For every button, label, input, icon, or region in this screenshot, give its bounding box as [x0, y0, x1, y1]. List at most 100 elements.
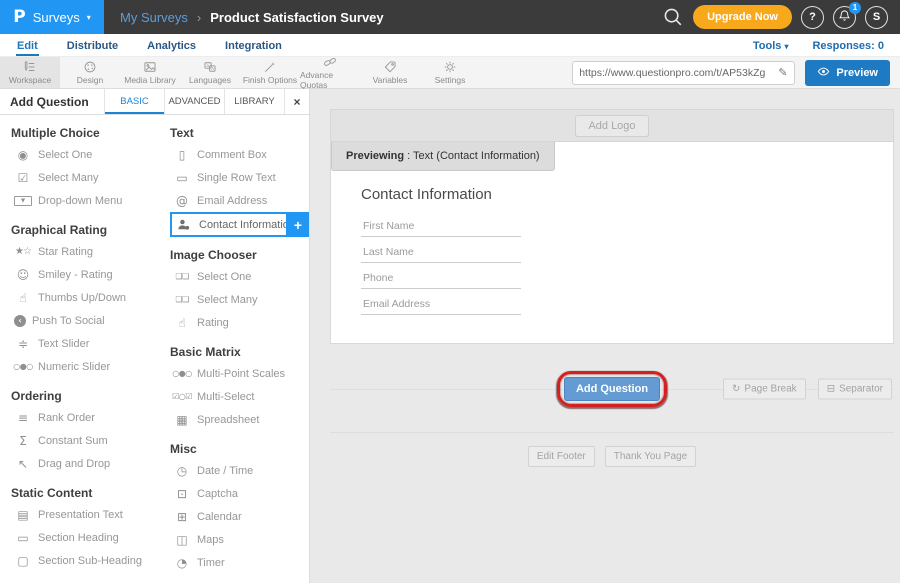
- toolbar-item-settings[interactable]: Settings: [420, 57, 480, 88]
- question-type-section-heading[interactable]: ▭Section Heading: [11, 526, 159, 549]
- question-type-drag-and-drop[interactable]: ↖Drag and Drop: [11, 452, 159, 475]
- product-menu[interactable]: P Surveys ▾: [0, 0, 104, 34]
- question-type-label: Multi-Select: [197, 391, 254, 403]
- question-type-section-sub-heading[interactable]: ▢Section Sub-Heading: [11, 549, 159, 572]
- question-type-numeric-slider[interactable]: ○●○Numeric Slider: [11, 355, 159, 378]
- toolbar-item-advance-quotas[interactable]: Advance Quotas: [300, 57, 360, 88]
- toolbar-item-media-library[interactable]: Media Library: [120, 57, 180, 88]
- tab-library[interactable]: LIBRARY: [224, 89, 284, 114]
- toolbar-item-design[interactable]: Design: [60, 57, 120, 88]
- add-question-button[interactable]: Add Question: [564, 377, 660, 401]
- question-type-select-one[interactable]: ◉Select One: [11, 143, 159, 166]
- question-type-rating[interactable]: ☝Rating: [170, 311, 309, 334]
- tab-basic[interactable]: BASIC: [104, 89, 164, 114]
- help-button[interactable]: ?: [801, 6, 824, 29]
- toolbar-item-label: Advance Quotas: [300, 70, 360, 90]
- question-type-select-many[interactable]: ☑ Select Many: [11, 166, 159, 189]
- survey-preview-card: Previewing : Text (Contact Information) …: [330, 142, 894, 344]
- logo-band: Add Logo: [330, 109, 894, 142]
- form-fields: First NameLast NamePhoneEmail Address: [361, 211, 893, 315]
- settings-icon: [443, 60, 457, 74]
- question-type-multi-point-scales[interactable]: ○●○Multi-Point Scales: [170, 362, 309, 385]
- breadcrumb-my-surveys-link[interactable]: My Surveys: [120, 10, 188, 25]
- svg-text:A: A: [211, 66, 214, 71]
- question-type-label: Rating: [197, 317, 229, 329]
- add-contact-information-button[interactable]: +: [286, 212, 309, 237]
- question-type-drop-down-menu[interactable]: ▼Drop-down Menu: [11, 189, 159, 212]
- survey-canvas: Add Logo Previewing : Text (Contact Info…: [310, 89, 900, 583]
- question-type-comment-box[interactable]: ▯Comment Box: [170, 143, 309, 166]
- breadcrumb-separator: ›: [197, 10, 201, 25]
- question-type-maps[interactable]: ◫Maps: [170, 528, 309, 551]
- field-email-address[interactable]: Email Address: [361, 289, 521, 315]
- nav-tab-edit[interactable]: Edit: [16, 38, 39, 56]
- question-type-multi-select[interactable]: ☑○☑Multi-Select: [170, 385, 309, 408]
- field-first-name[interactable]: First Name: [361, 211, 521, 237]
- question-type-spreadsheet[interactable]: ▦Spreadsheet: [170, 408, 309, 431]
- question-type-text-slider[interactable]: ≑Text Slider: [11, 332, 159, 355]
- question-type-select-one[interactable]: ❏❏Select One: [170, 265, 309, 288]
- question-type-date-time[interactable]: ◷Date / Time: [170, 459, 309, 482]
- question-type-contact-information[interactable]: Contact Information+: [170, 212, 288, 237]
- upgrade-now-button[interactable]: Upgrade Now: [693, 5, 792, 29]
- question-type-email-address[interactable]: @Email Address: [170, 189, 309, 212]
- question-type-select-many[interactable]: ❏❏Select Many: [170, 288, 309, 311]
- question-type-label: Comment Box: [197, 149, 267, 161]
- edit-url-icon[interactable]: ✎: [771, 66, 794, 79]
- question-type-presentation-text[interactable]: ▤ Presentation Text: [11, 503, 159, 526]
- question-type-list: Multiple Choice◉Select One☑Select Many▼D…: [0, 115, 309, 583]
- question-type-label: Constant Sum: [38, 435, 108, 447]
- question-type-label: Multi-Point Scales: [197, 368, 285, 380]
- question-type-push-to-social[interactable]: ‹Push To Social: [11, 309, 159, 332]
- tab-advanced[interactable]: ADVANCED: [164, 89, 224, 114]
- toolbar-item-languages[interactable]: AaLanguages: [180, 57, 240, 88]
- question-type-label: Smiley - Rating: [38, 269, 113, 281]
- toolbar-item-variables[interactable]: Variables: [360, 57, 420, 88]
- eye-icon: [817, 65, 830, 81]
- toolbar-item-finish-options[interactable]: Finish Options: [240, 57, 300, 88]
- nav-tab-distribute[interactable]: Distribute: [66, 38, 119, 56]
- page-break-button[interactable]: ↻ Page Break: [723, 379, 806, 400]
- question-type-rank-order[interactable]: ≡Rank Order: [11, 406, 159, 429]
- field-last-name[interactable]: Last Name: [361, 237, 521, 263]
- advance-quotas-icon: [323, 55, 337, 69]
- question-type-label: Presentation Text: [38, 509, 123, 521]
- section-title-misc: Misc: [170, 442, 309, 456]
- toolbar-item-label: Media Library: [124, 75, 176, 85]
- question-type-label: Select Many: [38, 172, 99, 184]
- close-panel-button[interactable]: ×: [284, 89, 309, 114]
- search-button[interactable]: [661, 6, 684, 29]
- notifications-button[interactable]: 1: [833, 6, 856, 29]
- presentation-text-icon: ▤: [14, 508, 32, 522]
- responses-count[interactable]: Responses: 0: [812, 40, 884, 52]
- question-type-single-row-text[interactable]: ▭Single Row Text: [170, 166, 309, 189]
- separator-button[interactable]: ⊟ Separator: [818, 379, 892, 400]
- panel-header: Add Question BASICADVANCEDLIBRARY ×: [0, 89, 309, 115]
- person-icon: [175, 218, 193, 232]
- survey-url-input[interactable]: [573, 67, 771, 79]
- nav-tab-integration[interactable]: Integration: [224, 38, 283, 56]
- question-type-constant-sum[interactable]: ΣConstant Sum: [11, 429, 159, 452]
- tools-menu[interactable]: Tools ▾: [753, 40, 789, 52]
- avatar[interactable]: S: [865, 6, 888, 29]
- survey-title: Product Satisfaction Survey: [210, 10, 383, 25]
- section-title-static-content: Static Content: [11, 486, 159, 500]
- preview-button[interactable]: Preview: [805, 60, 890, 86]
- footer-actions-row: Edit Footer Thank You Page: [330, 432, 894, 467]
- question-type-star-rating[interactable]: ★☆Star Rating: [11, 240, 159, 263]
- question-type-calendar[interactable]: ⊞Calendar: [170, 505, 309, 528]
- edit-footer-button[interactable]: Edit Footer: [528, 446, 595, 467]
- toolbar-item-label: Languages: [189, 75, 231, 85]
- question-type-smiley-rating[interactable]: ☺Smiley - Rating: [11, 263, 159, 286]
- question-type-thumbs-up-down[interactable]: ☝Thumbs Up/Down: [11, 286, 159, 309]
- thank-you-page-button[interactable]: Thank You Page: [605, 446, 696, 467]
- checkbox-icon: ☑: [14, 171, 32, 185]
- variables-icon: [383, 60, 397, 74]
- question-type-captcha[interactable]: ⊡Captcha: [170, 482, 309, 505]
- question-type-timer[interactable]: ◔Timer: [170, 551, 309, 574]
- add-logo-button[interactable]: Add Logo: [575, 115, 648, 137]
- field-phone[interactable]: Phone: [361, 263, 521, 289]
- toolbar-item-workspace[interactable]: Workspace: [0, 57, 60, 88]
- question-type-column-1: Multiple Choice◉Select One☑Select Many▼D…: [0, 115, 159, 583]
- nav-tab-analytics[interactable]: Analytics: [146, 38, 197, 56]
